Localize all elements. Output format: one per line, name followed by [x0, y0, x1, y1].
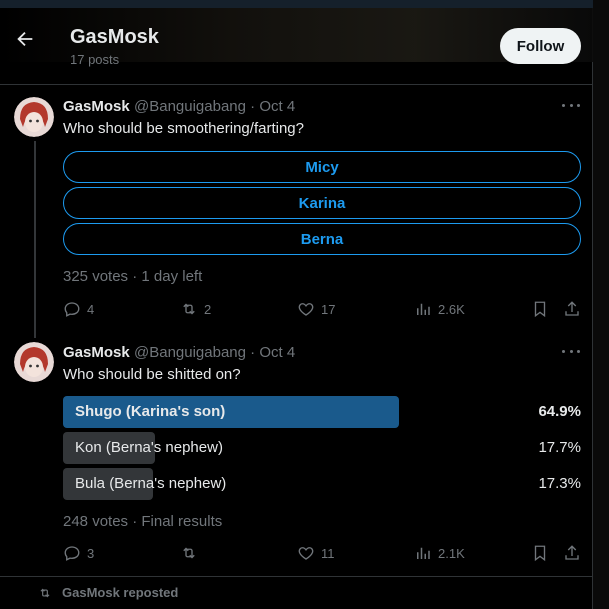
view-count: 2.1K: [438, 545, 465, 561]
like-count: 17: [321, 301, 336, 317]
author-name[interactable]: GasMosk: [63, 344, 130, 361]
poll-choice-berna[interactable]: Berna: [63, 223, 581, 255]
follow-button[interactable]: Follow: [500, 28, 581, 64]
views-icon: [417, 303, 430, 315]
avatar[interactable]: [14, 97, 54, 137]
like-icon: [298, 303, 314, 316]
repost-count: 2: [204, 301, 212, 317]
more-icon[interactable]: [562, 104, 580, 110]
repost-button[interactable]: [180, 544, 204, 562]
author-handle-date[interactable]: @Banguigabang · Oct 4: [134, 344, 295, 361]
share-icon[interactable]: [563, 544, 581, 562]
poll-result-percent-shugo: 64.9%: [538, 403, 581, 420]
thread-line: [34, 141, 36, 338]
avatar[interactable]: [14, 342, 54, 382]
post-text: Who should be smoothering/farting?: [63, 120, 304, 137]
share-icon[interactable]: [563, 300, 581, 318]
author-handle-date[interactable]: @Banguigabang · Oct 4: [134, 98, 295, 115]
post-text: Who should be shitted on?: [63, 366, 241, 383]
post-count: 17 posts: [70, 52, 120, 67]
poll-result-percent-bula: 17.3%: [538, 475, 581, 492]
like-button[interactable]: 17: [297, 300, 335, 318]
repost-banner-text: GasMosk reposted: [62, 585, 179, 600]
views-icon: [417, 547, 430, 559]
divider: [0, 576, 593, 577]
poll-meta: 248 votes · Final results: [63, 513, 223, 530]
poll-result-label-shugo: Shugo (Karina's son): [75, 403, 226, 420]
avatar-image: [14, 342, 54, 382]
like-icon: [298, 547, 314, 560]
views-button[interactable]: 2.1K: [414, 544, 465, 562]
poll-meta: 325 votes · 1 day left: [63, 268, 203, 285]
poll-result-label-bula: Bula (Berna's nephew): [75, 475, 227, 492]
reply-button[interactable]: 4: [63, 300, 94, 318]
profile-header: GasMosk 17 posts Follow: [0, 8, 593, 67]
repost-icon: [40, 588, 50, 597]
poll-result-label-kon: Kon (Berna's nephew): [75, 439, 223, 456]
arrow-left-icon[interactable]: [14, 28, 36, 50]
repost-banner[interactable]: GasMosk reposted: [38, 585, 178, 600]
reply-count: 3: [87, 545, 95, 561]
reply-button[interactable]: 3: [63, 544, 94, 562]
repost-icon: [183, 547, 195, 559]
reply-count: 4: [87, 301, 95, 317]
reply-icon: [64, 546, 80, 561]
repost-button[interactable]: 2: [180, 300, 211, 318]
bookmark-icon[interactable]: [531, 544, 549, 562]
bookmark-icon[interactable]: [531, 300, 549, 318]
author-name[interactable]: GasMosk: [63, 98, 130, 115]
profile-name: GasMosk: [70, 26, 159, 48]
more-icon[interactable]: [562, 350, 580, 356]
scrollbar-gutter[interactable]: [593, 0, 609, 609]
poll-choice-karina[interactable]: Karina: [63, 187, 581, 219]
view-count: 2.6K: [438, 301, 465, 317]
views-button[interactable]: 2.6K: [414, 300, 465, 318]
like-button[interactable]: 11: [297, 544, 335, 562]
like-count: 11: [321, 545, 335, 561]
window-top-strip: [0, 0, 609, 8]
poll-choice-micy[interactable]: Micy: [63, 151, 581, 183]
poll-result-percent-kon: 17.7%: [538, 439, 581, 456]
repost-icon: [183, 303, 195, 315]
avatar-image: [14, 97, 54, 137]
reply-icon: [64, 302, 80, 317]
divider: [0, 84, 593, 85]
